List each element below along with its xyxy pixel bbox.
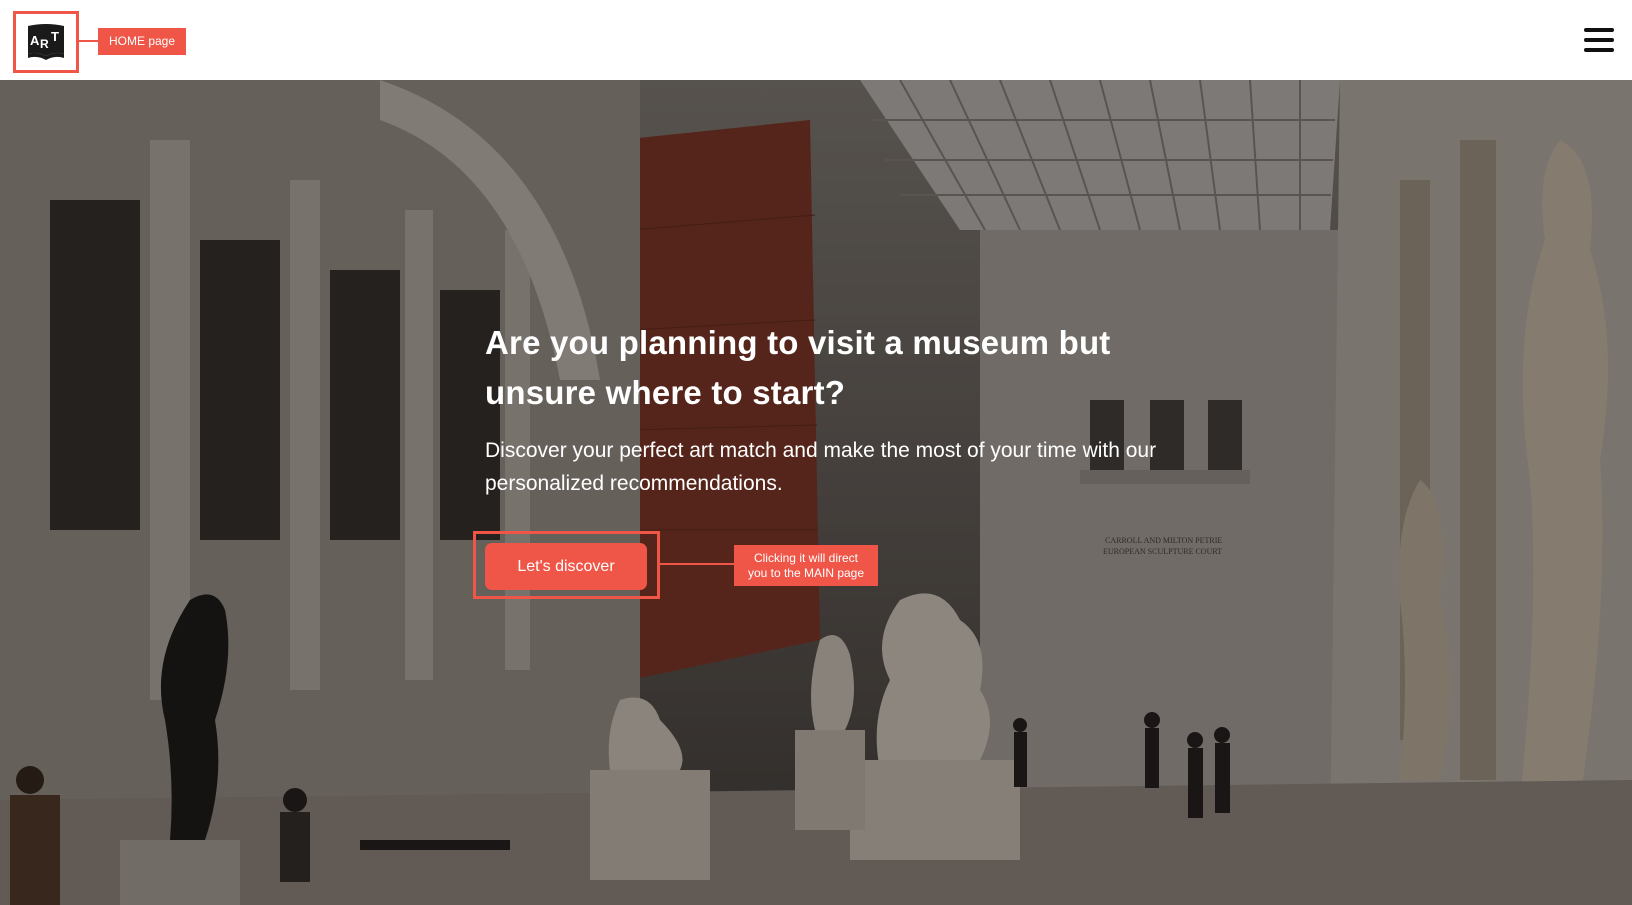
svg-text:R: R (40, 37, 49, 51)
hero-title: Are you planning to visit a museum but u… (485, 324, 1111, 411)
logo-annotation-frame: A R T (13, 11, 79, 73)
main-page-annotation: Clicking it will direct you to the MAIN … (734, 545, 878, 586)
home-annotation-connector (79, 40, 98, 42)
cta-annotation-connector (660, 563, 734, 565)
svg-text:T: T (51, 29, 59, 44)
top-navbar: A R T HOME page (0, 0, 1632, 80)
hero-subtitle: Discover your perfect art match and make… (485, 439, 1157, 495)
hero-text-block: Are you planning to visit a museum but u… (485, 318, 1185, 500)
home-page: A R T HOME page CARROLL AND MILTON PETRI… (0, 0, 1632, 905)
hamburger-bar (1584, 28, 1614, 32)
hero-section: CARROLL AND MILTON PETRIE EUROPEAN SCULP… (0, 80, 1632, 905)
art-logo[interactable]: A R T (24, 20, 68, 64)
art-logo-icon: A R T (28, 24, 64, 60)
hamburger-menu-icon[interactable] (1584, 28, 1614, 54)
cta-annotation-frame: Let's discover (473, 531, 660, 599)
svg-text:A: A (30, 33, 40, 48)
hamburger-bar (1584, 38, 1614, 42)
home-page-annotation: HOME page (98, 28, 186, 55)
lets-discover-button[interactable]: Let's discover (485, 543, 647, 590)
hamburger-bar (1584, 48, 1614, 52)
